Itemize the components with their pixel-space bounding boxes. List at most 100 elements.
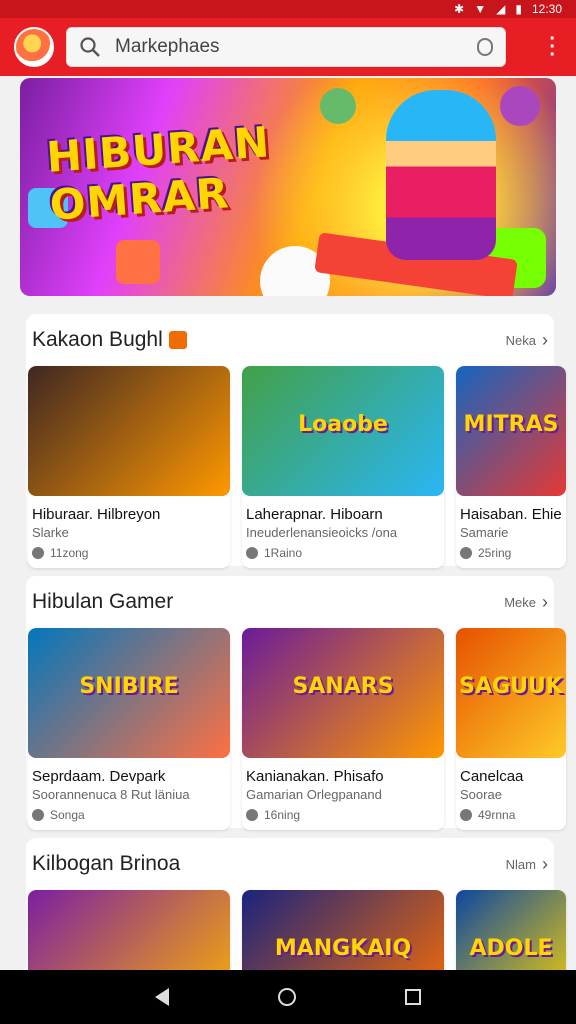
game-thumbnail: Loaobe — [242, 366, 444, 496]
home-icon[interactable] — [277, 988, 296, 1006]
game-thumbnail — [28, 366, 230, 496]
game-card[interactable]: ADOLE — [456, 890, 566, 970]
section-title: Kilbogan Brinoa — [32, 852, 181, 875]
promo-banner[interactable]: HIBURAN OMRAR — [20, 78, 556, 296]
thumbnail-text: SANARS — [292, 674, 394, 699]
thumbnail-text: MANGKAIQ — [274, 936, 412, 961]
game-card[interactable]: SANARS Kanianakan. Phisafo Gamarian Orlegp… — [242, 628, 444, 830]
signal-icon: ◢ — [496, 2, 506, 16]
game-title: Kanianakan. Phisafo — [246, 768, 384, 785]
overflow-menu-icon[interactable]: · · · — [549, 29, 562, 65]
game-title: Seprdaam. Devpark — [32, 768, 166, 785]
game-card[interactable]: Hiburaar. Hilbreyon Slarke 11zong — [28, 366, 230, 568]
game-meta-value: 16ning — [264, 808, 301, 822]
section-title: Hibulan Gamer — [32, 590, 174, 613]
game-card[interactable]: MANGKAIQ — [242, 890, 444, 970]
game-card[interactable]: SAGUUK Canelcaa Soorae 49rnna — [456, 628, 566, 830]
game-card[interactable] — [28, 890, 230, 970]
game-meta-value: 49rnna — [478, 808, 516, 822]
see-more-label: Neka — [505, 332, 536, 348]
game-meta: 25ring — [456, 540, 566, 568]
game-title: Canelcaa — [460, 768, 524, 785]
game-meta-value: 1Raino — [264, 546, 303, 560]
download-icon — [460, 809, 472, 821]
card-row: SNIBIRE Seprdaam. Devpark Soorannenuca 8 R… — [26, 628, 566, 830]
game-thumbnail: SAGUUK — [456, 628, 566, 758]
game-meta: 16ning — [242, 802, 444, 830]
section: Kilbogan Brinoa Nlam › MANGKAIQ ADOLE — [26, 838, 566, 970]
decor-dice — [116, 240, 160, 284]
card-row: MANGKAIQ ADOLE — [26, 890, 566, 970]
game-meta: 11zong — [28, 540, 230, 568]
game-meta-value: Songa — [50, 808, 85, 822]
card-row: Hiburaar. Hilbreyon Slarke 11zong Loaobe Lah… — [26, 366, 566, 568]
section-header: Kilbogan Brinoa Nlam › — [26, 838, 554, 890]
game-thumbnail: SNIBIRE — [28, 628, 230, 758]
bluetooth-icon: ✱ — [454, 2, 465, 16]
game-subtitle: Soorae — [460, 787, 502, 802]
game-subtitle: Samarie — [460, 525, 509, 540]
wifi-icon: ▼ — [474, 2, 487, 16]
search-icon — [80, 37, 100, 57]
see-more-label: Nlam — [505, 856, 536, 872]
see-more-link[interactable]: Meke › — [504, 592, 548, 613]
decor-ball — [320, 88, 356, 124]
mic-icon[interactable] — [477, 38, 493, 56]
thumbnail-text: SNIBIRE — [79, 674, 179, 699]
game-title: Hiburaar. Hilbreyon — [32, 506, 161, 523]
game-thumbnail — [28, 890, 230, 970]
thumbnail-text: Loaobe — [298, 412, 388, 437]
game-title: Laherapnar. Hiboarn — [246, 506, 383, 523]
battery-icon: ▮ — [515, 2, 522, 16]
search-input[interactable]: Markephaes — [115, 36, 477, 58]
thumbnail-text: SAGUUK — [459, 674, 563, 699]
game-title: Haisaban. Ehie — [460, 506, 562, 523]
search-bar[interactable]: Markephaes — [66, 27, 506, 67]
chevron-right-icon: › — [542, 329, 548, 350]
game-meta: 1Raino — [242, 540, 444, 568]
section-title: Kakaon Bughl — [32, 328, 163, 351]
section-header: Kakaon Bughl Neka › — [26, 314, 554, 366]
section-badge-icon — [168, 331, 187, 349]
section: Hibulan Gamer Meke › SNIBIRE Seprdaam. Devpa… — [26, 576, 566, 830]
banner-title: HIBURAN OMRAR — [45, 117, 275, 229]
game-subtitle: Gamarian Orlegpanand — [246, 787, 382, 802]
see-more-link[interactable]: Neka › — [506, 330, 548, 351]
main-content: HIBURAN OMRAR Kakaon Bughl Neka › Hiburaar.… — [0, 76, 576, 970]
game-thumbnail: SANARS — [242, 628, 444, 758]
see-more-label: Meke — [504, 594, 536, 610]
app-bar: Markephaes · · · — [0, 18, 576, 76]
section-header: Hibulan Gamer Meke › — [26, 576, 554, 628]
download-icon — [246, 547, 258, 559]
app-logo[interactable] — [14, 27, 54, 67]
recents-icon[interactable] — [405, 989, 422, 1005]
see-more-link[interactable]: Nlam › — [506, 854, 548, 875]
download-icon — [32, 547, 44, 559]
game-thumbnail: ADOLE — [456, 890, 566, 970]
game-card[interactable]: SNIBIRE Seprdaam. Devpark Soorannenuca 8 R… — [28, 628, 230, 830]
game-meta-value: 11zong — [50, 546, 89, 560]
game-subtitle: Slarke — [32, 525, 69, 540]
back-icon[interactable] — [154, 988, 169, 1006]
thumbnail-text: ADOLE — [469, 936, 553, 961]
game-meta: 49rnna — [456, 802, 566, 830]
game-meta-value: 25ring — [478, 546, 512, 560]
game-meta: Songa — [28, 802, 230, 830]
game-thumbnail: MITRAS — [456, 366, 566, 496]
download-icon — [460, 547, 472, 559]
download-icon — [246, 809, 258, 821]
game-thumbnail: MANGKAIQ — [242, 890, 444, 970]
thumbnail-text: MITRAS — [463, 412, 559, 437]
chevron-right-icon: › — [542, 853, 548, 874]
game-card[interactable]: MITRAS Haisaban. Ehie Samarie 25ring — [456, 366, 566, 568]
game-subtitle: Soorannenuca 8 Rut läniua — [32, 787, 190, 802]
status-time: 12:30 — [531, 2, 562, 16]
chevron-right-icon: › — [542, 591, 548, 612]
status-bar: ✱ ▼ ◢ ▮ 12:30 — [0, 0, 576, 18]
game-subtitle: Ineuderlenansieoicks /ona — [246, 525, 398, 540]
section: Kakaon Bughl Neka › Hiburaar. Hilbreyon Slar… — [26, 314, 566, 568]
hero-character — [386, 90, 496, 260]
game-card[interactable]: Loaobe Laherapnar. Hiboarn Ineuderlenansie… — [242, 366, 444, 568]
system-nav-bar — [0, 970, 576, 1024]
decor-ball — [500, 86, 540, 126]
